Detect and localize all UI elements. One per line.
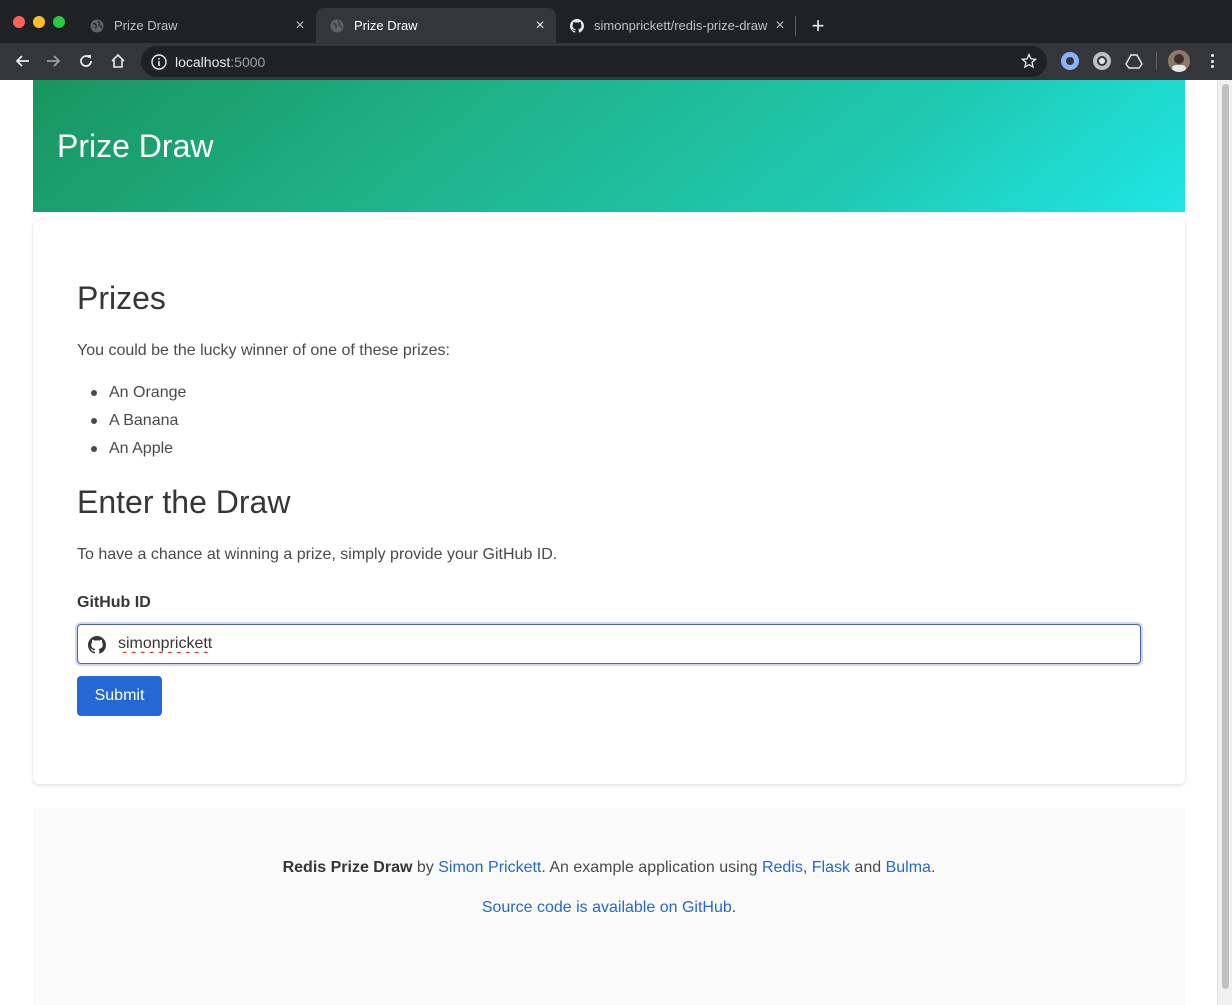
home-icon[interactable] (106, 49, 130, 73)
footer-credits: Redis Prize Draw by Simon Prickett. An e… (33, 859, 1185, 877)
new-tab-button[interactable]: + (806, 13, 830, 38)
footer-source-period: . (731, 899, 737, 916)
prize-item: An Apple (90, 437, 186, 465)
browser-tab-2[interactable]: Prize Draw × (316, 8, 556, 43)
browser-toolbar: localhost:5000 (0, 43, 1232, 80)
globe-icon (90, 19, 104, 33)
footer-comma: , (802, 859, 812, 876)
github-icon (88, 636, 106, 654)
extension-1-icon[interactable] (1061, 52, 1079, 70)
close-window-button[interactable] (13, 16, 25, 28)
extension-2-icon[interactable] (1093, 52, 1111, 70)
address-bar[interactable]: localhost:5000 (141, 46, 1047, 77)
github-icon (570, 18, 584, 33)
drive-icon[interactable] (1125, 52, 1143, 70)
maximize-window-button[interactable] (53, 16, 65, 28)
reload-icon[interactable] (74, 49, 98, 73)
prizes-heading: Prizes (77, 280, 166, 316)
minimize-window-button[interactable] (33, 16, 45, 28)
browser-tab-1[interactable]: Prize Draw × (76, 8, 316, 43)
tab-title: Prize Draw (114, 18, 178, 33)
browser-tab-3[interactable]: simonprickett/redis-prize-draw × (556, 8, 796, 43)
prizes-intro: You could be the lucky winner of one of … (77, 342, 450, 359)
footer-app-name: Redis Prize Draw (282, 859, 413, 876)
back-arrow-icon[interactable] (10, 49, 34, 73)
github-id-label: GitHub ID (77, 594, 151, 611)
page-footer: Redis Prize Draw by Simon Prickett. An e… (33, 808, 1185, 1005)
github-id-input[interactable] (118, 625, 1128, 663)
info-icon[interactable] (151, 53, 167, 70)
footer-period: . (930, 859, 936, 876)
footer-and-text: and (849, 859, 886, 876)
footer-using-text: . An example application using (541, 859, 762, 876)
url-port: :5000 (230, 53, 266, 70)
scrollbar-thumb[interactable] (1222, 84, 1229, 989)
hero-title: Prize Draw (57, 128, 214, 164)
browser-chrome: Prize Draw × Prize Draw × simonprickett/… (0, 0, 1232, 80)
toolbar-separator (1156, 52, 1157, 70)
redis-link[interactable]: Redis (762, 859, 803, 876)
close-tab-icon[interactable]: × (292, 17, 308, 34)
hero-banner: Prize Draw (33, 80, 1185, 212)
main-card: Prizes You could be the lucky winner of … (33, 220, 1185, 784)
github-id-field[interactable] (77, 624, 1141, 664)
forward-arrow-icon[interactable] (42, 49, 66, 73)
url-host: localhost (175, 53, 231, 70)
close-tab-icon[interactable]: × (532, 17, 548, 34)
flask-link[interactable]: Flask (812, 859, 850, 876)
page-scrollbar[interactable] (1217, 80, 1232, 1005)
globe-icon (330, 19, 344, 33)
submit-button[interactable]: Submit (77, 676, 162, 716)
prize-item: A Banana (90, 409, 186, 437)
footer-source: Source code is available on GitHub. (33, 899, 1185, 917)
tab-strip: Prize Draw × Prize Draw × simonprickett/… (0, 0, 1232, 43)
page-viewport: Prize Draw Prizes You could be the lucky… (0, 80, 1232, 1005)
profile-avatar[interactable] (1168, 50, 1190, 72)
bulma-link[interactable]: Bulma (886, 859, 931, 876)
author-link[interactable]: Simon Prickett (438, 859, 541, 876)
prize-list: An Orange A Banana An Apple (90, 381, 186, 465)
tab-title: simonprickett/redis-prize-draw (594, 18, 768, 33)
source-code-link[interactable]: Source code is available on GitHub (482, 899, 732, 916)
enter-draw-heading: Enter the Draw (77, 484, 291, 520)
bookmark-star-icon[interactable] (1020, 52, 1038, 69)
enter-draw-description: To have a chance at winning a prize, sim… (77, 546, 558, 563)
browser-menu-icon[interactable] (1204, 51, 1220, 71)
close-tab-icon[interactable]: × (772, 17, 788, 34)
footer-by-text: by (412, 859, 439, 876)
tab-title: Prize Draw (354, 18, 418, 33)
tab-separator (795, 16, 796, 36)
prize-item: An Orange (90, 381, 186, 409)
